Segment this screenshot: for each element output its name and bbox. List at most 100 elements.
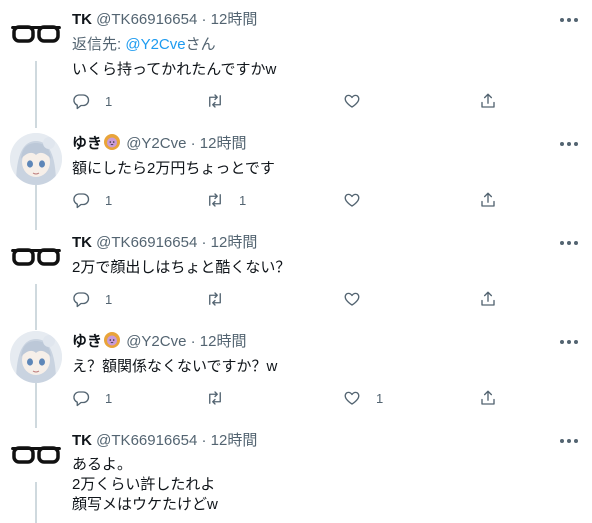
- tweet-header: ゆき @Y2Cve · 12時間: [72, 133, 246, 155]
- lion-badge-icon: [104, 332, 121, 348]
- retweet-icon: [209, 292, 221, 306]
- display-name[interactable]: TK: [72, 432, 92, 449]
- lion-badge-icon: [104, 134, 121, 150]
- reply-count: 1: [105, 390, 113, 406]
- tweet-text: 2万で顔出しはちょと酷くない？: [72, 258, 290, 278]
- share-icon: [481, 93, 495, 108]
- tweet-text-line: あるよ。: [72, 456, 133, 473]
- reply-icon: [73, 94, 90, 110]
- separator-dot: ·: [201, 234, 207, 251]
- retweet-icon: [209, 94, 221, 108]
- tweet[interactable]: TK @TK66916654 · 12時間 あるよ。 2万くらい許したれよ 顔写…: [0, 430, 592, 523]
- reply-button[interactable]: 1: [72, 90, 112, 112]
- more-dots-icon: [560, 439, 578, 443]
- separator-dot: ·: [201, 11, 207, 28]
- timestamp[interactable]: 12時間: [211, 234, 258, 251]
- share-button[interactable]: [479, 189, 497, 211]
- share-button[interactable]: [479, 288, 497, 310]
- like-button[interactable]: 1: [343, 387, 383, 409]
- retweet-icon: [209, 193, 221, 207]
- timestamp[interactable]: 12時間: [211, 11, 258, 28]
- action-bar: 1: [72, 288, 502, 310]
- tweet-text-line: 2万で顔出しはちょと酷くない？: [72, 259, 291, 276]
- user-handle[interactable]: @Y2Cve: [126, 333, 186, 350]
- tweet-text-line: 2万くらい許したれよ: [72, 476, 216, 493]
- share-icon: [481, 192, 495, 207]
- tweet-header: TK @TK66916654 · 12時間: [72, 430, 257, 452]
- tweet[interactable]: TK @TK66916654 · 12時間 2万で顔出しはちょと酷くない？ 1: [0, 232, 592, 317]
- tweet-text-line: 額にしたら2万円ちょっとです: [72, 160, 275, 177]
- like-button[interactable]: [343, 189, 376, 211]
- tweet-text: 額にしたら2万円ちょっとです: [72, 159, 275, 179]
- user-handle[interactable]: @TK66916654: [96, 11, 197, 28]
- reply-icon: [73, 193, 90, 209]
- share-button[interactable]: [479, 387, 497, 409]
- reply-button[interactable]: 1: [72, 288, 112, 310]
- replying-to: 返信先: @Y2Cveさん: [72, 34, 216, 56]
- share-icon: [481, 291, 495, 306]
- more-dots-icon: [560, 142, 578, 146]
- more-dots-icon: [560, 340, 578, 344]
- more-dots-icon: [560, 18, 578, 22]
- tweet[interactable]: TK @TK66916654 · 12時間 返信先: @Y2Cveさん いくら持…: [0, 9, 592, 119]
- heart-icon: [344, 391, 360, 405]
- reply-count: 1: [105, 192, 113, 208]
- tweet-text: あるよ。 2万くらい許したれよ 顔写メはウケたけどw: [72, 455, 218, 515]
- timestamp[interactable]: 12時間: [200, 333, 247, 350]
- avatar[interactable]: [10, 232, 62, 284]
- reply-suffix: さん: [185, 36, 216, 53]
- action-bar: 1: [72, 90, 502, 112]
- reply-count: 1: [105, 93, 113, 109]
- display-name[interactable]: ゆき: [72, 333, 102, 350]
- user-handle[interactable]: @TK66916654: [96, 234, 197, 251]
- tweet-header: ゆき @Y2Cve · 12時間: [72, 331, 246, 353]
- tweet-text-line: え？額関係なくないですか？w: [72, 358, 278, 375]
- avatar[interactable]: [10, 331, 62, 383]
- retweet-button[interactable]: [206, 90, 239, 112]
- avatar[interactable]: [10, 9, 62, 61]
- retweet-button[interactable]: [206, 387, 239, 409]
- display-name[interactable]: ゆき: [72, 135, 102, 152]
- like-button[interactable]: [343, 288, 376, 310]
- share-button[interactable]: [479, 90, 497, 112]
- reply-button[interactable]: 1: [72, 189, 112, 211]
- action-bar: 1 1: [72, 387, 502, 409]
- display-name[interactable]: TK: [72, 11, 92, 28]
- tweet-text: え？額関係なくないですか？w: [72, 357, 277, 377]
- reply-handle-link[interactable]: @Y2Cve: [125, 36, 185, 53]
- reply-icon: [73, 292, 90, 308]
- more-button[interactable]: [557, 335, 581, 349]
- like-count: 1: [376, 390, 384, 406]
- user-handle[interactable]: @TK66916654: [96, 432, 197, 449]
- more-button[interactable]: [557, 236, 581, 250]
- reply-prefix: 返信先:: [72, 36, 126, 53]
- more-button[interactable]: [557, 434, 581, 448]
- like-button[interactable]: [343, 90, 376, 112]
- tweet-text-line: 顔写メはウケたけどw: [72, 496, 218, 513]
- more-button[interactable]: [557, 13, 581, 27]
- tweet[interactable]: ゆき @Y2Cve · 12時間 え？額関係なくないですか？w 1 1: [0, 331, 592, 416]
- display-name[interactable]: TK: [72, 234, 92, 251]
- anime-avatar: [10, 133, 62, 185]
- action-bar: 1 1: [72, 189, 502, 211]
- tweet[interactable]: ゆき @Y2Cve · 12時間 額にしたら2万円ちょっとです 1 1: [0, 133, 592, 218]
- glasses-icon: [11, 446, 61, 464]
- more-dots-icon: [560, 241, 578, 245]
- retweet-button[interactable]: 1: [206, 189, 246, 211]
- reply-button[interactable]: 1: [72, 387, 112, 409]
- tweet-text: いくら持ってかれたんですかw: [72, 60, 276, 80]
- more-button[interactable]: [557, 137, 581, 151]
- retweet-icon: [209, 391, 221, 405]
- glasses-icon: [11, 248, 61, 266]
- tweet-header: TK @TK66916654 · 12時間: [72, 9, 257, 31]
- heart-icon: [344, 193, 360, 207]
- avatar[interactable]: [10, 430, 62, 482]
- heart-icon: [344, 94, 360, 108]
- timestamp[interactable]: 12時間: [200, 135, 247, 152]
- avatar[interactable]: [10, 133, 62, 185]
- timestamp[interactable]: 12時間: [211, 432, 258, 449]
- retweet-button[interactable]: [206, 288, 239, 310]
- share-icon: [481, 390, 495, 405]
- retweet-count: 1: [239, 192, 247, 208]
- user-handle[interactable]: @Y2Cve: [126, 135, 186, 152]
